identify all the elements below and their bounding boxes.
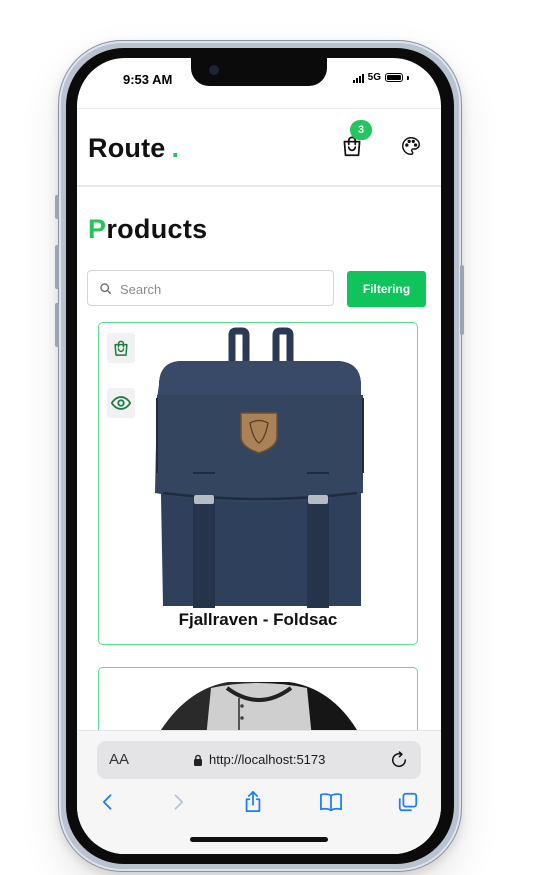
tabs-icon — [398, 792, 418, 812]
url-display[interactable]: http://localhost:5173 — [193, 752, 325, 767]
phone-screen: 9:53 AM 5G Route. 3 Products Search Filt… — [77, 58, 441, 854]
quick-view-button[interactable] — [107, 388, 135, 418]
volume-down-button — [55, 303, 59, 347]
mute-switch — [55, 195, 59, 219]
text-size-button[interactable]: AA — [109, 751, 129, 768]
battery-tip — [407, 75, 409, 80]
power-button — [460, 265, 464, 335]
chevron-right-icon — [174, 794, 184, 810]
status-indicators: 5G — [352, 72, 409, 83]
share-icon — [245, 791, 261, 813]
url-text: http://localhost:5173 — [209, 752, 326, 767]
reload-icon — [392, 751, 407, 768]
share-button[interactable] — [240, 789, 266, 815]
brand-logo[interactable]: Route. — [88, 133, 179, 164]
shopping-bag-icon — [114, 340, 128, 356]
search-icon — [100, 283, 112, 295]
volume-up-button — [55, 245, 59, 289]
home-indicator[interactable] — [190, 837, 328, 842]
chevron-left-icon — [102, 794, 112, 810]
address-bar[interactable]: AA http://localhost:5173 — [97, 741, 421, 779]
status-time: 9:53 AM — [123, 72, 173, 87]
safari-toolbar: AA http://localhost:5173 — [77, 730, 441, 854]
lock-icon — [194, 754, 202, 766]
network-label: 5G — [367, 72, 381, 83]
browser-nav-row — [77, 789, 441, 819]
tabs-button[interactable] — [395, 789, 421, 815]
cart-count-badge: 3 — [350, 120, 372, 140]
page-title: Products — [88, 214, 207, 245]
app-header: Route. 3 — [77, 108, 441, 187]
theme-button[interactable] — [400, 135, 422, 157]
filtering-button[interactable]: Filtering — [347, 271, 426, 307]
back-button[interactable] — [95, 789, 121, 815]
search-input[interactable] — [118, 271, 322, 307]
battery-icon — [385, 73, 403, 82]
product-card[interactable]: Fjallraven - Foldsac — [98, 322, 418, 645]
add-to-cart-button[interactable] — [107, 333, 135, 363]
eye-icon — [110, 396, 132, 410]
backpack-illustration — [155, 327, 364, 608]
page-title-rest: roducts — [106, 214, 208, 244]
notch — [191, 58, 327, 86]
reload-button[interactable] — [389, 750, 409, 775]
bookmarks-button[interactable] — [318, 789, 344, 815]
forward-button[interactable] — [165, 789, 191, 815]
signal-icon — [352, 73, 364, 83]
page-title-first-letter: P — [88, 214, 107, 244]
palette-icon — [402, 137, 420, 155]
product-image[interactable] — [99, 323, 418, 645]
product-title: Fjallraven - Foldsac — [178, 610, 338, 629]
brand-name: Route — [88, 133, 166, 163]
front-camera — [209, 65, 219, 75]
brand-dot: . — [171, 133, 180, 163]
book-icon — [320, 793, 342, 812]
search-field[interactable] — [87, 270, 334, 307]
